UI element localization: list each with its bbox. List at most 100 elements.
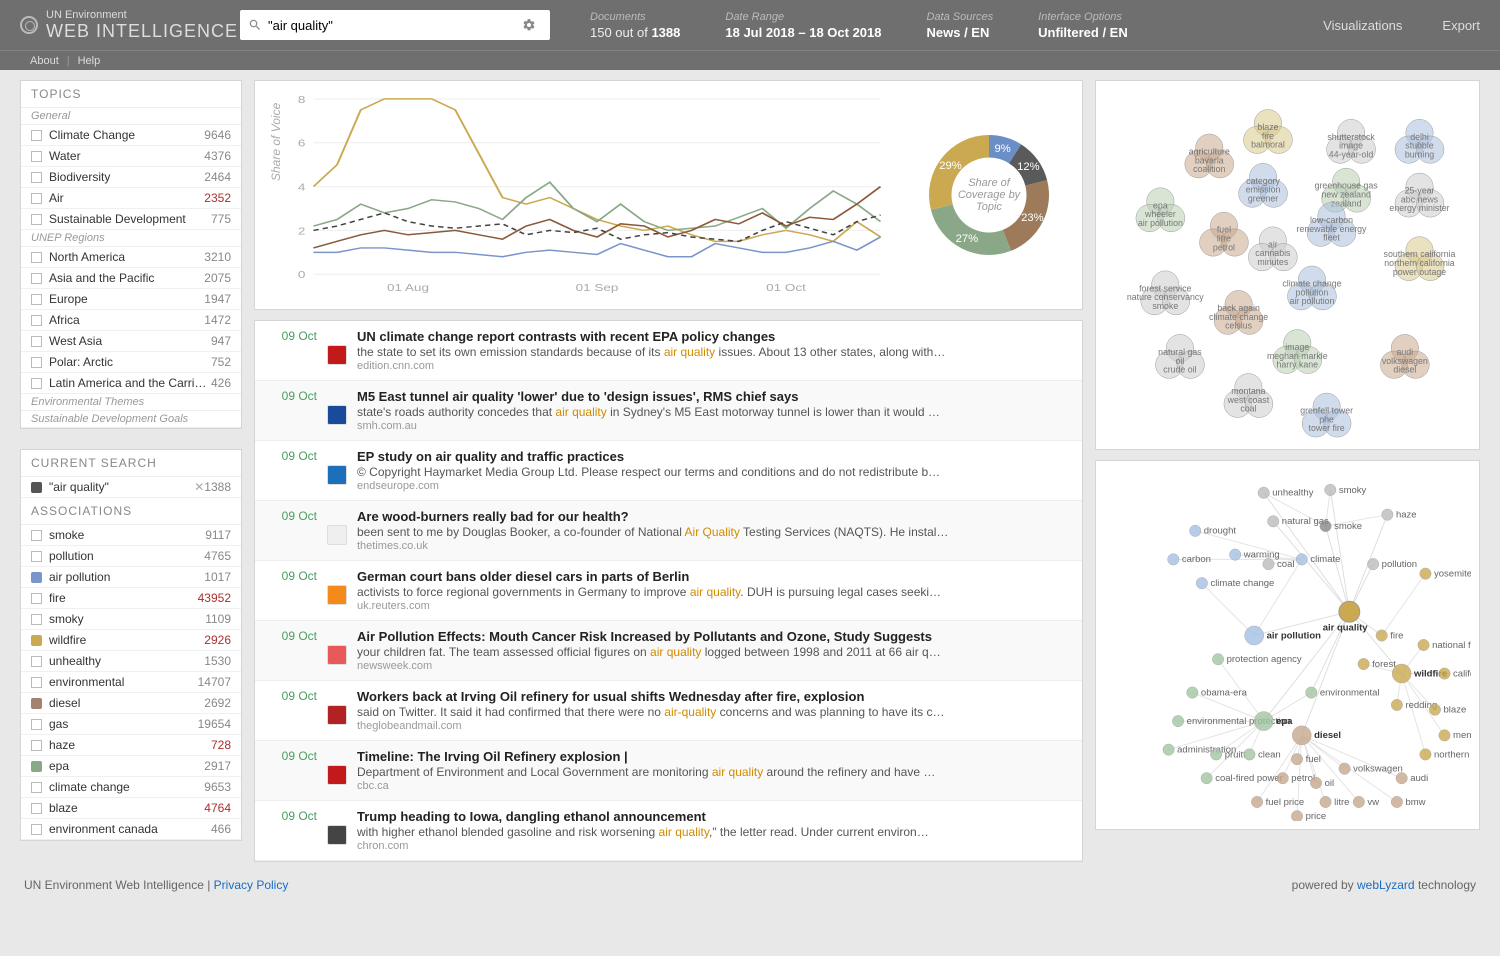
header-info-item[interactable]: Date Range18 Jul 2018 – 18 Oct 2018 — [725, 11, 881, 40]
gear-icon[interactable] — [522, 18, 536, 32]
svg-text:blaze: blaze — [1444, 705, 1467, 716]
document-item[interactable]: 09 Oct Workers back at Irving Oil refine… — [255, 681, 1082, 741]
checkbox-icon[interactable] — [31, 357, 42, 368]
document-item[interactable]: 09 Oct Trump heading to Iowa, dangling e… — [255, 801, 1082, 861]
association-item[interactable]: epa2917 — [21, 756, 241, 777]
checkbox-icon[interactable] — [31, 803, 42, 814]
checkbox-icon[interactable] — [31, 740, 42, 751]
topic-item[interactable]: Biodiversity2464 — [21, 167, 241, 188]
privacy-link[interactable]: Privacy Policy — [214, 878, 289, 892]
association-item[interactable]: pollution4765 — [21, 546, 241, 567]
document-item[interactable]: 09 Oct Timeline: The Irving Oil Refinery… — [255, 741, 1082, 801]
association-item[interactable]: environment canada466 — [21, 819, 241, 840]
topic-item[interactable]: North America3210 — [21, 247, 241, 268]
topic-item[interactable]: Air2352 — [21, 188, 241, 209]
svg-text:volkswagen: volkswagen — [1353, 764, 1403, 775]
association-item[interactable]: smoke9117 — [21, 525, 241, 546]
topic-item[interactable]: Europe1947 — [21, 289, 241, 310]
doc-title: Trump heading to Iowa, dangling ethanol … — [357, 809, 1070, 824]
topic-group-label[interactable]: Sustainable Development Goals — [21, 411, 241, 428]
doc-source: smh.com.au — [357, 420, 1070, 432]
association-item[interactable]: wildfire2926 — [21, 630, 241, 651]
weblyzard-link[interactable]: webLyzard — [1357, 878, 1415, 892]
checkbox-icon[interactable] — [31, 677, 42, 688]
topic-item[interactable]: Water4376 — [21, 146, 241, 167]
topic-item[interactable]: Climate Change9646 — [21, 125, 241, 146]
association-item[interactable]: environmental14707 — [21, 672, 241, 693]
svg-text:celsius: celsius — [1225, 321, 1252, 331]
svg-text:haze: haze — [1396, 510, 1417, 521]
doc-source: edition.cnn.com — [357, 360, 1070, 372]
topic-item[interactable]: West Asia947 — [21, 331, 241, 352]
checkbox-icon[interactable] — [31, 336, 42, 347]
association-item[interactable]: gas19654 — [21, 714, 241, 735]
document-item[interactable]: 09 Oct Air Pollution Effects: Mouth Canc… — [255, 621, 1082, 681]
checkbox-icon[interactable] — [31, 252, 42, 263]
document-item[interactable]: 09 Oct German court bans older diesel ca… — [255, 561, 1082, 621]
source-icon — [327, 405, 347, 425]
association-item[interactable]: blaze4764 — [21, 798, 241, 819]
association-item[interactable]: diesel2692 — [21, 693, 241, 714]
topic-group-label[interactable]: Environmental Themes — [21, 394, 241, 411]
association-item[interactable]: smoky1109 — [21, 609, 241, 630]
doc-title: Are wood-burners really bad for our heal… — [357, 509, 1070, 524]
association-item[interactable]: unhealthy1530 — [21, 651, 241, 672]
checkbox-icon[interactable] — [31, 315, 42, 326]
checkbox-icon[interactable] — [31, 193, 42, 204]
document-item[interactable]: 09 Oct UN climate change report contrast… — [255, 321, 1082, 381]
header-info-item[interactable]: Interface OptionsUnfiltered / EN — [1038, 11, 1128, 40]
topic-item[interactable]: Africa1472 — [21, 310, 241, 331]
svg-text:mendocino: mendocino — [1453, 730, 1471, 741]
help-link[interactable]: Help — [78, 55, 101, 67]
checkbox-icon[interactable] — [31, 273, 42, 284]
checkbox-icon[interactable] — [31, 378, 42, 389]
document-item[interactable]: 09 Oct M5 East tunnel air quality 'lower… — [255, 381, 1082, 441]
search-input[interactable] — [268, 18, 522, 33]
association-item[interactable]: haze728 — [21, 735, 241, 756]
checkbox-icon[interactable] — [31, 172, 42, 183]
visualizations-link[interactable]: Visualizations — [1323, 18, 1402, 33]
svg-text:smoky: smoky — [1339, 485, 1367, 496]
topic-group-label[interactable]: UNEP Regions — [21, 230, 241, 247]
document-item[interactable]: 09 Oct EP study on air quality and traff… — [255, 441, 1082, 501]
topic-item[interactable]: Polar: Arctic752 — [21, 352, 241, 373]
brand: UN Environment WEB INTELLIGENCE — [20, 9, 240, 42]
checkbox-icon[interactable] — [31, 130, 42, 141]
checkbox-icon[interactable] — [31, 294, 42, 305]
checkbox-icon[interactable] — [31, 551, 42, 562]
current-search-item[interactable]: "air quality"✕1388 — [21, 477, 241, 498]
checkbox-icon[interactable] — [31, 614, 42, 625]
topic-item[interactable]: Sustainable Development775 — [21, 209, 241, 230]
svg-text:vw: vw — [1367, 797, 1379, 808]
checkbox-icon[interactable] — [31, 151, 42, 162]
checkbox-icon[interactable] — [31, 824, 42, 835]
checkbox-icon[interactable] — [31, 719, 42, 730]
associations-title: ASSOCIATIONS — [21, 498, 241, 525]
header-info-item[interactable]: Documents150 out of 1388 — [590, 11, 680, 40]
association-item[interactable]: fire43952 — [21, 588, 241, 609]
doc-title: Timeline: The Irving Oil Refinery explos… — [357, 749, 1070, 764]
svg-text:warming: warming — [1243, 549, 1280, 560]
topic-item[interactable]: Latin America and the Carrib...426 — [21, 373, 241, 394]
search-box[interactable] — [240, 10, 550, 40]
svg-text:fleet: fleet — [1323, 233, 1340, 243]
svg-text:burning: burning — [1405, 149, 1434, 159]
association-item[interactable]: climate change9653 — [21, 777, 241, 798]
swatch-icon — [31, 698, 42, 709]
about-link[interactable]: About — [30, 55, 59, 67]
checkbox-icon[interactable] — [31, 214, 42, 225]
document-item[interactable]: 09 Oct Are wood-burners really bad for o… — [255, 501, 1082, 561]
topic-item[interactable]: Asia and the Pacific2075 — [21, 268, 241, 289]
swatch-icon — [31, 572, 42, 583]
remove-icon[interactable]: ✕ — [194, 480, 204, 494]
topic-group-label[interactable]: General — [21, 108, 241, 125]
checkbox-icon[interactable] — [31, 656, 42, 667]
checkbox-icon[interactable] — [31, 530, 42, 541]
checkbox-icon[interactable] — [31, 593, 42, 604]
svg-text:greener: greener — [1248, 193, 1278, 203]
export-link[interactable]: Export — [1442, 18, 1480, 33]
checkbox-icon[interactable] — [31, 782, 42, 793]
association-item[interactable]: air pollution1017 — [21, 567, 241, 588]
swatch-icon — [31, 482, 42, 493]
header-info-item[interactable]: Data SourcesNews / EN — [927, 11, 994, 40]
